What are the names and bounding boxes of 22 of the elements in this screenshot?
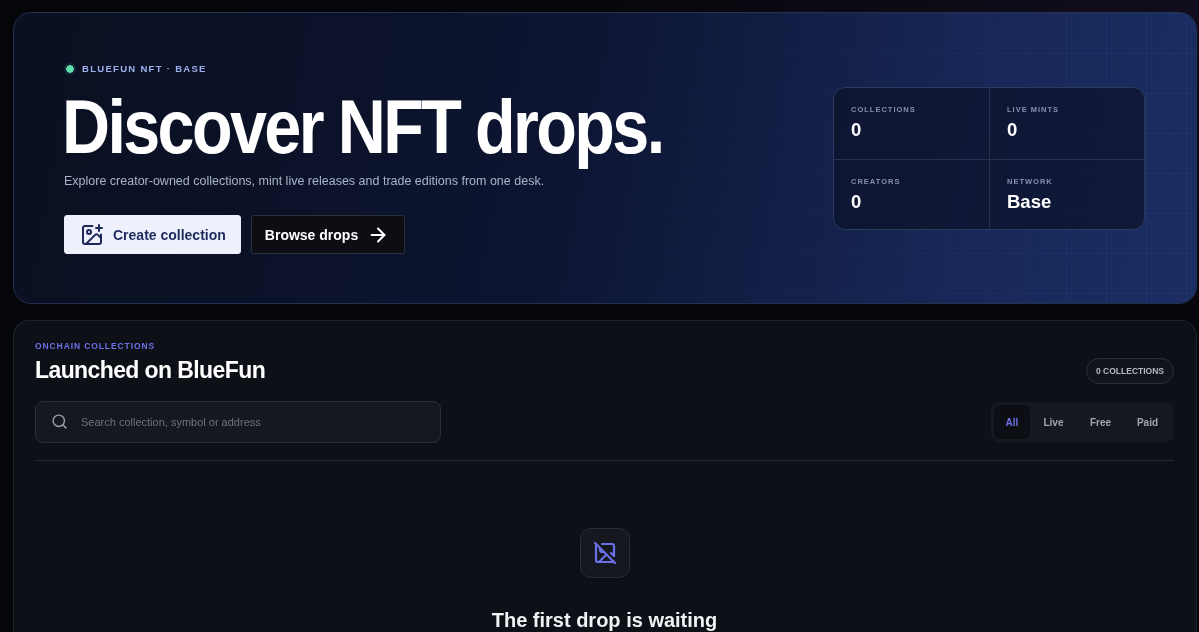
image-plus-icon	[80, 222, 104, 247]
hero-subtitle: Explore creator-owned collections, mint live releases and trade editions from one desk.	[64, 173, 545, 189]
stat-value: Base	[1007, 190, 1053, 213]
stat-value: 0	[851, 190, 863, 213]
filter-tab[interactable]: All	[994, 405, 1030, 439]
empty-state-title: The first drop is waiting	[491, 610, 718, 631]
collection-count-badge: 0 COLLECTIONS	[1086, 358, 1174, 384]
status-dot-icon	[64, 63, 76, 75]
filter-tab[interactable]: Paid	[1124, 405, 1171, 439]
hero-title: Discover NFT drops.	[62, 84, 664, 170]
hero-eyebrow: BLUEFUN NFT · BASE	[82, 62, 207, 76]
search-field[interactable]: Search collection, symbol or address	[35, 401, 441, 443]
image-off-icon	[579, 528, 630, 578]
section-eyebrow: ONCHAIN COLLECTIONS	[35, 341, 157, 352]
create-collection-button[interactable]: Create collection	[64, 215, 241, 254]
filter-tab[interactable]: Free	[1077, 405, 1124, 439]
section-title: Launched on BlueFun	[35, 357, 266, 384]
stat-value: 0	[1007, 119, 1019, 141]
browse-drops-button[interactable]: Browse drops	[250, 215, 406, 254]
filter-tab[interactable]: Live	[1030, 405, 1077, 439]
stat-value: 0	[851, 119, 863, 141]
search-icon	[51, 413, 68, 430]
